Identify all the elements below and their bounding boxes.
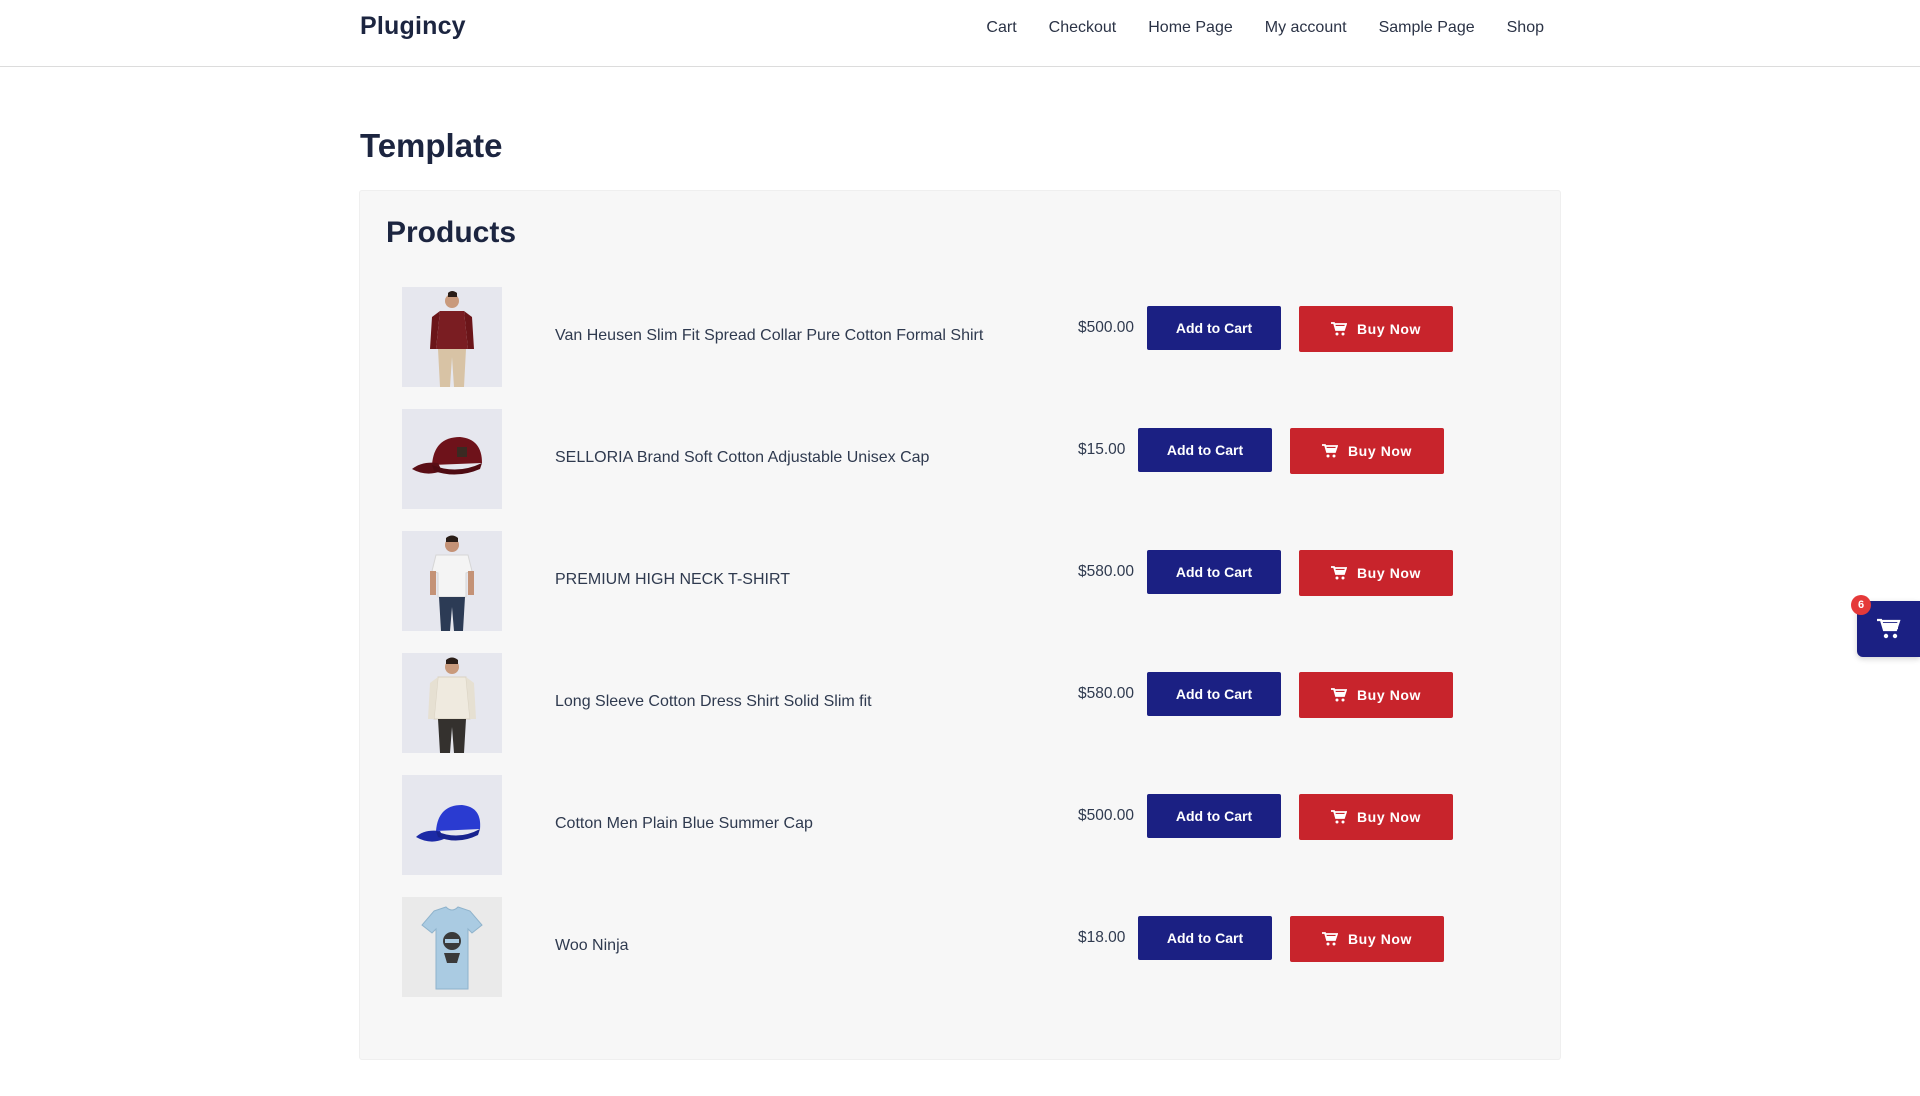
nav-home-page[interactable]: Home Page [1148,18,1233,38]
floating-cart-button[interactable]: 6 [1851,595,1920,657]
buy-now-label: Buy Now [1356,809,1422,825]
add-to-cart-button[interactable]: Add to Cart [1147,550,1281,594]
buy-now-label: Buy Now [1356,687,1422,703]
cream-shirt-image[interactable] [402,653,502,753]
cart-icon [1330,566,1347,580]
product-name[interactable]: Long Sleeve Cotton Dress Shirt Solid Sli… [555,693,872,711]
buy-now-button[interactable]: Buy Now [1299,672,1453,718]
product-row: Van Heusen Slim Fit Spread Collar Pure C… [360,287,1560,409]
product-row: Woo Ninja $18.00 Add to Cart Buy Now [360,897,1560,1019]
product-name[interactable]: Cotton Men Plain Blue Summer Cap [555,815,813,833]
add-to-cart-button[interactable]: Add to Cart [1138,428,1272,472]
product-name[interactable]: Woo Ninja [555,937,629,955]
product-row: PREMIUM HIGH NECK T-SHIRT $580.00 Add to… [360,531,1560,653]
nav-sample-page[interactable]: Sample Page [1379,18,1475,38]
nav-my-account[interactable]: My account [1265,18,1347,38]
cart-icon [1330,322,1347,336]
buy-now-label: Buy Now [1347,443,1413,459]
maroon-cap-image[interactable] [402,409,502,509]
buy-now-button[interactable]: Buy Now [1299,794,1453,840]
buy-now-label: Buy Now [1356,321,1422,337]
ninja-tshirt-image[interactable] [402,897,502,997]
nav-checkout[interactable]: Checkout [1049,18,1117,38]
cart-count-badge: 6 [1851,595,1871,615]
product-price: $580.00 [1078,685,1135,702]
products-panel: Products Van Heusen Slim Fit Spread Coll… [359,190,1561,1060]
product-name[interactable]: SELLORIA Brand Soft Cotton Adjustable Un… [555,449,929,467]
maroon-shirt-image[interactable] [402,287,502,387]
buy-now-label: Buy Now [1356,565,1422,581]
product-price: $18.00 [1078,929,1126,946]
main-nav: Cart Checkout Home Page My account Sampl… [954,18,1544,38]
product-list: Van Heusen Slim Fit Spread Collar Pure C… [360,287,1560,1019]
buy-now-button[interactable]: Buy Now [1290,916,1444,962]
add-to-cart-button[interactable]: Add to Cart [1147,672,1281,716]
product-row: Long Sleeve Cotton Dress Shirt Solid Sli… [360,653,1560,775]
nav-shop[interactable]: Shop [1507,18,1544,38]
blue-cap-image[interactable] [402,775,502,875]
site-brand[interactable]: Plugincy [360,12,466,41]
product-price: $15.00 [1078,441,1126,458]
cart-icon [1321,444,1338,458]
buy-now-button[interactable]: Buy Now [1290,428,1444,474]
product-price: $580.00 [1078,563,1135,580]
products-heading: Products [386,216,517,249]
add-to-cart-button[interactable]: Add to Cart [1147,794,1281,838]
add-to-cart-button[interactable]: Add to Cart [1147,306,1281,350]
product-name[interactable]: PREMIUM HIGH NECK T-SHIRT [555,571,790,589]
buy-now-label: Buy Now [1347,931,1413,947]
product-price: $500.00 [1078,319,1135,336]
buy-now-button[interactable]: Buy Now [1299,306,1453,352]
buy-now-button[interactable]: Buy Now [1299,550,1453,596]
product-price: $500.00 [1078,807,1135,824]
product-name[interactable]: Van Heusen Slim Fit Spread Collar Pure C… [555,327,983,345]
cart-icon [1876,618,1901,639]
nav-cart[interactable]: Cart [986,18,1016,38]
cart-icon [1330,688,1347,702]
product-row: SELLORIA Brand Soft Cotton Adjustable Un… [360,409,1560,531]
white-tshirt-image[interactable] [402,531,502,631]
cart-icon [1330,810,1347,824]
cart-icon [1321,932,1338,946]
site-header: Plugincy Cart Checkout Home Page My acco… [0,0,1920,67]
product-row: Cotton Men Plain Blue Summer Cap $500.00… [360,775,1560,897]
page-title: Template [360,127,503,164]
add-to-cart-button[interactable]: Add to Cart [1138,916,1272,960]
